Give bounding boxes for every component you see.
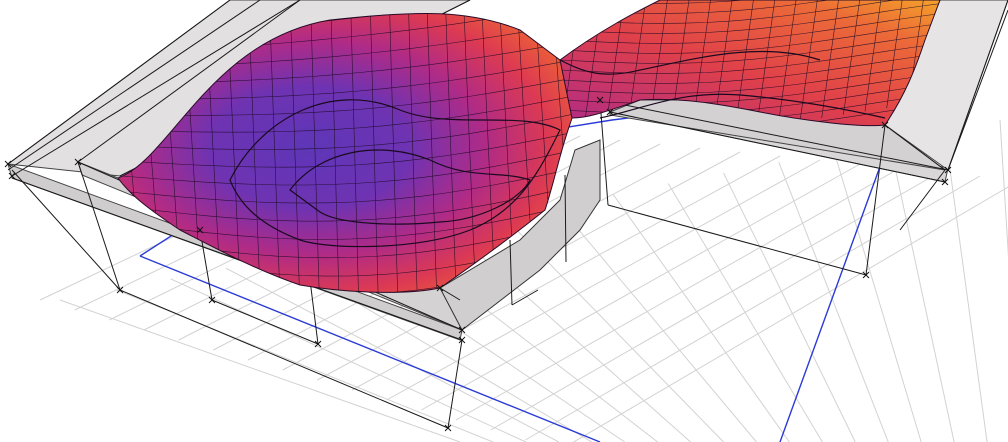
- floor-grid-line: [888, 141, 955, 442]
- floor-grid-line: [944, 130, 988, 442]
- 3d-viewport[interactable]: [0, 0, 1008, 442]
- 3d-scene-canvas[interactable]: [0, 0, 1008, 442]
- floor-grid-line: [667, 183, 823, 442]
- floor-grid-line: [59, 299, 461, 442]
- floor-grid-line: [612, 193, 790, 442]
- floor-grid-line: [446, 225, 691, 442]
- floor-grid-line: [833, 151, 922, 442]
- floor-grid-line: [999, 119, 1008, 257]
- mesh-line: [110, 294, 580, 332]
- floor-grid-line: [572, 186, 1008, 442]
- floor-grid-line: [525, 175, 981, 441]
